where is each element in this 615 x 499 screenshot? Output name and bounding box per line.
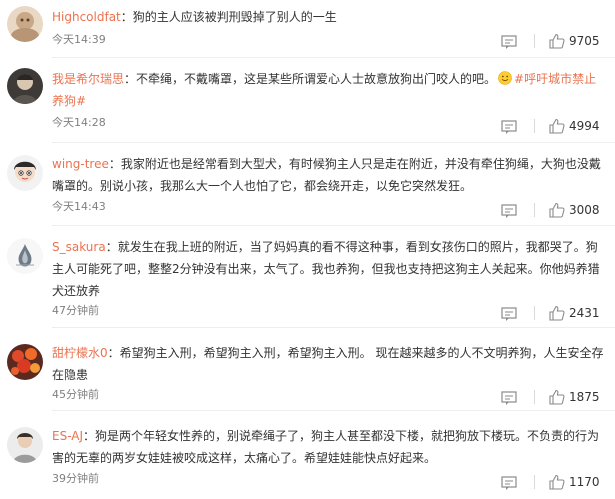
avatar[interactable]	[7, 68, 43, 104]
like-count: 1170	[569, 475, 600, 489]
reply-icon[interactable]	[501, 306, 517, 321]
like-count: 1875	[569, 390, 600, 404]
avatar[interactable]	[7, 155, 43, 191]
comment-text: ES-AJ：狗是两个年轻女性养的，别说牵绳子了，狗主人甚至都没下楼，就把狗放下楼…	[52, 425, 607, 469]
comment-text: wing-tree：我家附近也是经常看到大型犬，有时候狗主人只是走在附近，并没有…	[52, 153, 607, 197]
comment-text: 甜柠檬水0：希望狗主入刑，希望狗主入刑，希望狗主入刑。 现在越来越多的人不文明养…	[52, 342, 607, 386]
action-divider	[534, 34, 535, 48]
comment-item: wing-tree：我家附近也是经常看到大型犬，有时候狗主人只是走在附近，并没有…	[0, 143, 615, 226]
comment-time: 今天14:28	[52, 116, 106, 129]
comment-username[interactable]: wing-tree	[52, 157, 109, 171]
comment-text: 我是希尔瑞思：不牵绳，不戴嘴罩，这是某些所谓爱心人士故意放狗出门咬人的吧。 #呼吁…	[52, 68, 607, 112]
comment-time: 47分钟前	[52, 304, 99, 317]
comment-time: 45分钟前	[52, 388, 99, 401]
comment-time: 39分钟前	[52, 472, 99, 485]
comment-item: 我是希尔瑞思：不牵绳，不戴嘴罩，这是某些所谓爱心人士故意放狗出门咬人的吧。 #呼吁…	[0, 58, 615, 143]
reply-icon[interactable]	[501, 203, 517, 218]
comment-item: Highcoldfat：狗的主人应该被判刑毁掉了别人的一生 今天14:39 97…	[0, 0, 615, 58]
avatar[interactable]	[7, 6, 43, 42]
comment-item: ES-AJ：狗是两个年轻女性养的，别说牵绳子了，狗主人甚至都没下楼，就把狗放下楼…	[0, 411, 615, 499]
comment-body: ：狗是两个年轻女性养的，别说牵绳子了，狗主人甚至都没下楼，就把狗放下楼玩。不负责…	[52, 429, 600, 465]
action-divider	[534, 203, 535, 217]
thumbs-up-icon	[549, 33, 565, 49]
thumbs-up-icon	[549, 305, 565, 321]
comment-username[interactable]: 甜柠檬水0	[52, 346, 108, 360]
action-divider	[534, 119, 535, 133]
like-count: 3008	[569, 203, 600, 217]
comment-text: Highcoldfat：狗的主人应该被判刑毁掉了别人的一生	[52, 6, 607, 28]
thumbs-up-icon	[549, 118, 565, 134]
comment-body: ：不牵绳，不戴嘴罩，这是某些所谓爱心人士故意放狗出门咬人的吧。	[124, 72, 497, 86]
comment-time: 今天14:39	[52, 33, 106, 46]
like-count: 4994	[569, 119, 600, 133]
like-count: 9705	[569, 34, 600, 48]
comment-username[interactable]: Highcoldfat	[52, 10, 121, 24]
comment-body: ：希望狗主入刑，希望狗主入刑，希望狗主入刑。 现在越来越多的人不文明养狗，人生安…	[52, 346, 604, 382]
avatar[interactable]	[7, 238, 43, 274]
comment-time: 今天14:43	[52, 200, 106, 213]
thumbs-up-icon	[549, 389, 565, 405]
thumbs-up-icon	[549, 202, 565, 218]
smile-emoji-icon	[498, 71, 512, 85]
comment-text: S_sakura：就发生在我上班的附近，当了妈妈真的看不得这种事，看到女孩伤口的…	[52, 236, 607, 302]
comment-item: 甜柠檬水0：希望狗主入刑，希望狗主入刑，希望狗主入刑。 现在越来越多的人不文明养…	[0, 328, 615, 411]
reply-icon[interactable]	[501, 119, 517, 134]
avatar[interactable]	[7, 344, 43, 380]
like-count: 2431	[569, 306, 600, 320]
action-divider	[534, 306, 535, 320]
avatar[interactable]	[7, 427, 43, 463]
action-divider	[534, 390, 535, 404]
reply-icon[interactable]	[501, 390, 517, 405]
reply-icon[interactable]	[501, 475, 517, 490]
comment-body: ：我家附近也是经常看到大型犬，有时候狗主人只是走在附近，并没有牵住狗绳，大狗也没…	[52, 157, 601, 193]
comment-body: ：狗的主人应该被判刑毁掉了别人的一生	[120, 10, 337, 24]
thumbs-up-icon	[549, 474, 565, 490]
action-divider	[534, 475, 535, 489]
comment-username[interactable]: S_sakura	[52, 240, 106, 254]
reply-icon[interactable]	[501, 34, 517, 49]
comment-username[interactable]: 我是希尔瑞思	[52, 72, 124, 86]
comment-username[interactable]: ES-AJ	[52, 429, 83, 443]
comment-body: ：就发生在我上班的附近，当了妈妈真的看不得这种事，看到女孩伤口的照片，我都哭了。…	[52, 240, 600, 298]
comment-item: S_sakura：就发生在我上班的附近，当了妈妈真的看不得这种事，看到女孩伤口的…	[0, 226, 615, 328]
